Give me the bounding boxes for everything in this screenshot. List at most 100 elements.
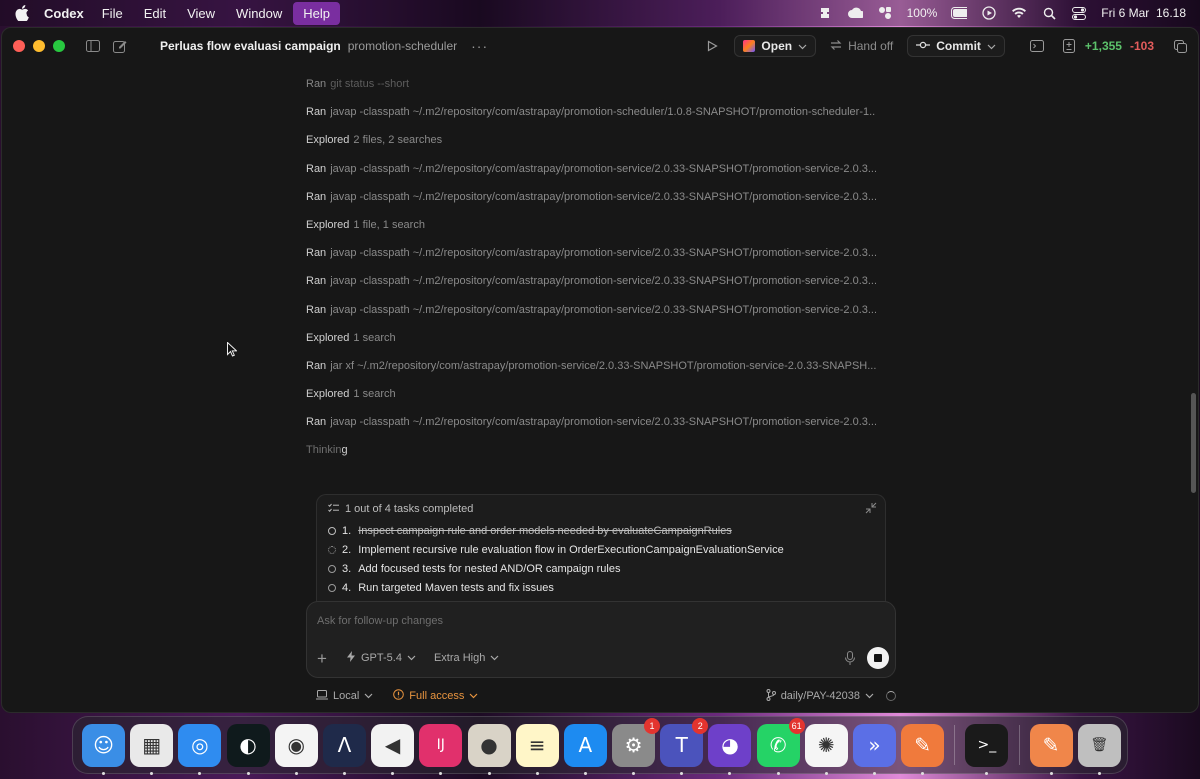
log-line[interactable]: Explored 1 file, 1 search bbox=[306, 211, 876, 239]
apple-menu-icon[interactable] bbox=[15, 5, 29, 21]
task-progress-text: 1 out of 4 tasks completed bbox=[345, 503, 474, 515]
more-options-button[interactable]: ··· bbox=[471, 38, 488, 54]
new-chat-icon[interactable] bbox=[112, 38, 128, 54]
follow-up-input[interactable]: Ask for follow-up changes bbox=[317, 615, 443, 627]
notification-badge: 2 bbox=[692, 717, 709, 734]
safari-icon[interactable]: ◎ bbox=[178, 723, 222, 775]
wifi-icon[interactable] bbox=[1011, 5, 1027, 21]
warning-icon bbox=[393, 689, 405, 703]
diff-additions[interactable]: +1,355 bbox=[1085, 39, 1122, 53]
chatgpt-icon[interactable]: ✺ bbox=[804, 723, 848, 775]
microphone-icon[interactable] bbox=[843, 651, 857, 665]
commit-button[interactable]: Commit bbox=[907, 35, 1005, 57]
log-line[interactable]: Ran javap -classpath ~/.m2/repository/com… bbox=[306, 296, 876, 324]
notification-badge: 1 bbox=[644, 717, 661, 734]
battery-charging-icon[interactable] bbox=[951, 5, 968, 21]
diff-panel-icon[interactable] bbox=[1061, 38, 1077, 54]
dock-glyph: T bbox=[675, 733, 688, 757]
dock-glyph: ● bbox=[480, 733, 498, 757]
shortcut-s-icon[interactable] bbox=[817, 5, 833, 21]
dock-glyph: 🗑 bbox=[1090, 737, 1109, 753]
log-line[interactable]: Explored 1 search bbox=[306, 380, 876, 408]
log-line[interactable]: Ran javap -classpath ~/.m2/repository/com… bbox=[306, 155, 876, 183]
log-line[interactable]: Ran git status --short bbox=[306, 70, 876, 98]
dock-glyph: ◎ bbox=[191, 733, 209, 757]
trash-icon[interactable]: 🗑 bbox=[1077, 723, 1121, 775]
copy-window-icon[interactable] bbox=[1172, 38, 1188, 54]
project-name[interactable]: promotion-scheduler bbox=[348, 39, 457, 53]
task-item: 3. Add focused tests for nested AND/OR c… bbox=[317, 559, 885, 578]
pages-icon[interactable]: ✎ bbox=[1029, 723, 1073, 775]
launchpad-icon[interactable]: ▦ bbox=[130, 723, 174, 775]
log-line[interactable]: Ran javap -classpath ~/.m2/repository/com… bbox=[306, 267, 876, 295]
menu-window[interactable]: Window bbox=[236, 6, 282, 21]
scrollbar-thumb[interactable] bbox=[1191, 393, 1196, 493]
menu-view[interactable]: View bbox=[187, 6, 215, 21]
messages-icon[interactable]: » bbox=[853, 723, 896, 775]
menu-app-name[interactable]: Codex bbox=[44, 6, 84, 21]
collapse-icon[interactable] bbox=[865, 501, 877, 514]
branch-selector[interactable]: daily/PAY-42038 bbox=[766, 688, 874, 704]
access-level-selector[interactable]: Full access bbox=[393, 689, 478, 703]
task-status-icon bbox=[328, 564, 336, 573]
github-icon[interactable]: ◕ bbox=[708, 723, 752, 775]
git-branch-icon bbox=[766, 688, 776, 704]
diff-deletions[interactable]: -103 bbox=[1130, 39, 1154, 53]
run-icon[interactable] bbox=[704, 38, 720, 54]
chrome-icon[interactable]: ◉ bbox=[274, 723, 318, 775]
notes-icon[interactable]: ≡ bbox=[515, 723, 559, 775]
stop-button[interactable] bbox=[867, 647, 889, 669]
menubar-clock[interactable]: Fri 6 Mar 16.18 bbox=[1101, 6, 1186, 20]
maximize-window-button[interactable] bbox=[53, 40, 65, 52]
play-icon[interactable] bbox=[981, 5, 997, 21]
hand-off-label: Hand off bbox=[848, 39, 894, 53]
open-in-button[interactable]: Open bbox=[734, 35, 817, 57]
add-attachment-button[interactable]: + bbox=[317, 650, 333, 667]
spotlight-search-icon[interactable] bbox=[1041, 5, 1057, 21]
log-line[interactable]: Ran jar xf ~/.m2/repository/com/astrapay/… bbox=[306, 352, 876, 380]
dock-glyph: ▦ bbox=[142, 733, 162, 757]
log-line[interactable]: Ran javap -classpath ~/.m2/repository/com… bbox=[306, 239, 876, 267]
environment-selector[interactable]: Local bbox=[316, 689, 373, 703]
arc-icon[interactable]: Λ bbox=[322, 723, 366, 775]
model-selector[interactable]: GPT-5.4 bbox=[347, 651, 416, 665]
accessibility-icon[interactable] bbox=[877, 5, 893, 21]
system-settings-icon[interactable]: ⚙ 1 bbox=[612, 717, 661, 775]
running-indicator bbox=[198, 771, 202, 775]
minimize-window-button[interactable] bbox=[33, 40, 45, 52]
terminal-icon[interactable]: >_ bbox=[965, 723, 1009, 775]
postman-icon[interactable]: ● bbox=[467, 723, 511, 775]
menu-edit[interactable]: Edit bbox=[144, 6, 166, 21]
running-indicator bbox=[1049, 771, 1053, 775]
reasoning-effort-selector[interactable]: Extra High bbox=[434, 652, 499, 664]
whatsapp-icon[interactable]: ✆ 61 bbox=[756, 717, 805, 775]
log-line[interactable]: Ran javap -classpath ~/.m2/repository/com… bbox=[306, 98, 876, 126]
menu-help[interactable]: Help bbox=[293, 1, 341, 25]
cloud-icon[interactable] bbox=[847, 5, 863, 21]
chevron-down-icon bbox=[407, 652, 416, 664]
close-window-button[interactable] bbox=[13, 40, 25, 52]
composer-footer: Local Full access daily/PAY-42038 bbox=[316, 686, 896, 706]
codex-app-icon[interactable]: ◐ bbox=[226, 723, 270, 775]
app-store-icon[interactable]: A bbox=[563, 723, 607, 775]
control-center-icon[interactable] bbox=[1071, 5, 1087, 21]
running-indicator bbox=[246, 771, 250, 775]
terminal-toggle-icon[interactable] bbox=[1029, 38, 1045, 54]
hand-off-button[interactable]: Hand off bbox=[824, 39, 899, 54]
log-line[interactable]: Ran javap -classpath ~/.m2/repository/com… bbox=[306, 408, 876, 436]
mouse-cursor-icon bbox=[227, 341, 238, 357]
log-line[interactable]: Explored 2 files, 2 searches bbox=[306, 126, 876, 154]
pencil-app-icon[interactable]: ✎ bbox=[901, 723, 945, 775]
log-line[interactable]: Ran javap -classpath ~/.m2/repository/com… bbox=[306, 183, 876, 211]
sidebar-toggle-icon[interactable] bbox=[85, 38, 101, 54]
task-status-icon bbox=[328, 526, 336, 535]
intellij-icon[interactable]: IJ bbox=[419, 723, 463, 775]
finder-icon[interactable]: ☺ bbox=[82, 723, 125, 775]
chevron-down-icon bbox=[469, 690, 478, 702]
teams-icon[interactable]: T2 bbox=[660, 717, 709, 775]
log-line[interactable]: Explored 1 search bbox=[306, 324, 876, 352]
vscode-icon[interactable]: ◀ bbox=[371, 723, 415, 775]
window-controls bbox=[13, 40, 65, 52]
menu-file[interactable]: File bbox=[102, 6, 123, 21]
task-status-icon bbox=[328, 583, 336, 592]
